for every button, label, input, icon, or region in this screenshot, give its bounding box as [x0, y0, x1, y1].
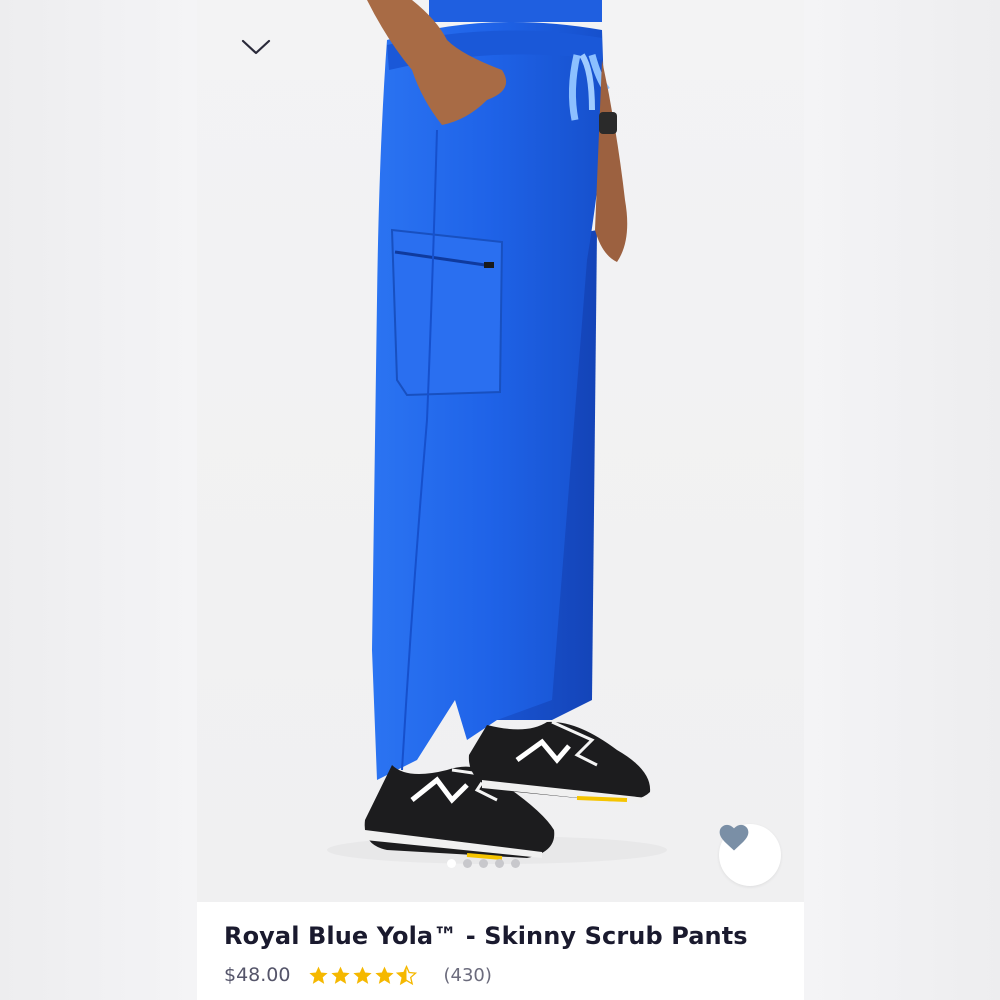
- gallery-dot[interactable]: [511, 858, 520, 868]
- gallery-dot[interactable]: [495, 858, 504, 868]
- gallery-dot[interactable]: [479, 858, 488, 868]
- product-photo: [327, 0, 667, 864]
- product-image[interactable]: [197, 0, 804, 902]
- favorite-button[interactable]: [719, 824, 781, 886]
- star-icon: [331, 966, 351, 984]
- star-rating[interactable]: [308, 964, 418, 986]
- product-title[interactable]: Royal Blue Yola™ - Skinny Scrub Pants: [224, 922, 748, 950]
- collapse-button[interactable]: [241, 38, 283, 70]
- review-count[interactable]: (430): [443, 965, 491, 986]
- gallery-dot[interactable]: [463, 858, 472, 868]
- product-card: Royal Blue Yola™ - Skinny Scrub Pants $4…: [197, 0, 804, 1000]
- gallery-dot[interactable]: [447, 858, 456, 868]
- star-icon: [309, 966, 329, 984]
- star-half-icon: [396, 964, 418, 985]
- star-icon: [353, 966, 373, 984]
- product-info[interactable]: Royal Blue Yola™ - Skinny Scrub Pants $4…: [197, 902, 804, 1000]
- price-rating-row: $48.00 (430): [224, 964, 492, 986]
- gallery-pagination: [447, 858, 520, 868]
- chevron-down-icon: [241, 39, 271, 55]
- heart-icon: [719, 824, 749, 851]
- background-right: [804, 0, 1000, 1000]
- product-price: $48.00: [224, 964, 291, 986]
- background-left: [0, 0, 197, 1000]
- star-icon: [375, 966, 395, 984]
